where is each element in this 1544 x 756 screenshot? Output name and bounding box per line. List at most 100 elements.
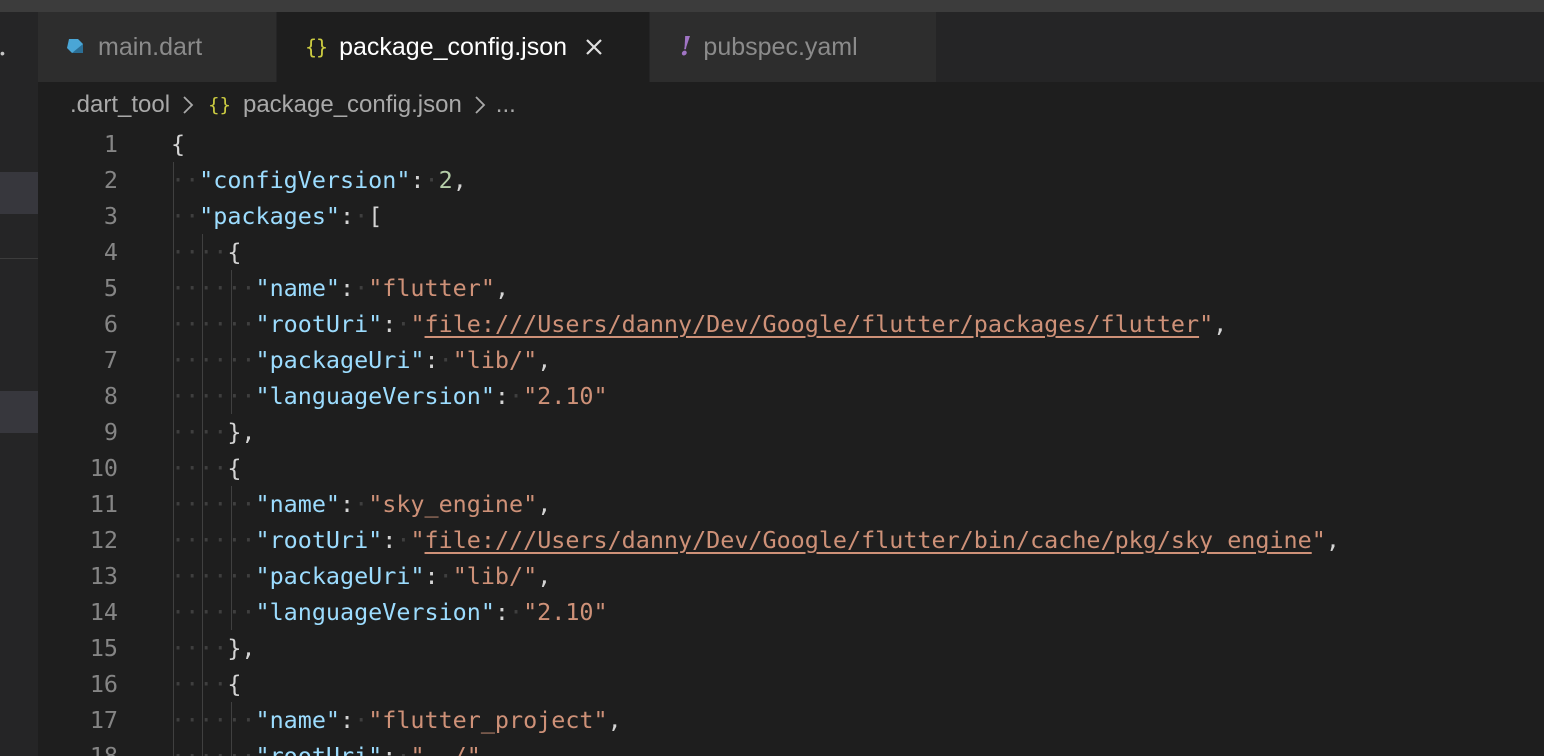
- code-line[interactable]: 11 ······"name":·"sky_engine",: [38, 486, 1544, 522]
- code-line[interactable]: 10 ····{: [38, 450, 1544, 486]
- code-token: "packages": [199, 202, 340, 230]
- code-line[interactable]: 12 ······"rootUri":·"file:///Users/danny/…: [38, 522, 1544, 558]
- line-number: 11: [89, 490, 118, 518]
- file-link[interactable]: file:///Users/danny/Dev/Google/flutter/b…: [425, 526, 1312, 554]
- code-token: :: [340, 202, 355, 230]
- sidebar-row-highlight[interactable]: [0, 172, 38, 214]
- line-number: 4: [103, 238, 118, 266]
- code-token: ,: [480, 742, 495, 756]
- code-line[interactable]: 17 ······"name":·"flutter_project",: [38, 702, 1544, 738]
- code-text: ······"name":·"flutter_project",: [171, 702, 622, 738]
- sidebar-overflow-dot[interactable]: •: [0, 46, 5, 60]
- code-editor[interactable]: 1{2 ··"configVersion":·2, 3 ··"packages":·[…: [38, 126, 1544, 756]
- code-line[interactable]: 3 ··"packages":·[: [38, 198, 1544, 234]
- code-token: ·: [509, 382, 524, 410]
- code-text: ······"languageVersion":·"2.10": [171, 378, 608, 414]
- code-token: :: [382, 310, 397, 338]
- code-line[interactable]: 18 ······"rootUri":·"../",: [38, 738, 1544, 756]
- tab-pubspec-yaml[interactable]: ! pubspec.yaml: [650, 12, 936, 82]
- code-token: ·: [438, 346, 453, 374]
- code-token: ·: [354, 202, 369, 230]
- breadcrumb-file[interactable]: package_config.json: [243, 91, 462, 119]
- whitespace-marker: ··: [171, 202, 200, 230]
- code-token: ,: [537, 346, 552, 374]
- close-icon[interactable]: [585, 38, 603, 56]
- code-token: {: [227, 670, 242, 698]
- code-text: ····{: [171, 666, 241, 702]
- json-icon: {}: [208, 94, 231, 116]
- code-token: ,: [494, 274, 510, 302]
- file-link[interactable]: file:///Users/danny/Dev/Google/flutter/p…: [425, 310, 1200, 338]
- yaml-icon: !: [680, 32, 692, 62]
- code-token: "name": [255, 490, 341, 518]
- whitespace-marker: ······: [171, 382, 256, 410]
- code-token: ,: [452, 166, 467, 194]
- whitespace-marker: ······: [171, 310, 256, 338]
- code-line[interactable]: 6 ······"rootUri":·"file:///Users/danny/D…: [38, 306, 1544, 342]
- code-token: ·: [354, 274, 369, 302]
- line-number: 18: [89, 742, 118, 756]
- code-line[interactable]: 1{: [38, 126, 1544, 162]
- code-line[interactable]: 14 ······"languageVersion":·"2.10": [38, 594, 1544, 630]
- code-token: :: [424, 346, 439, 374]
- whitespace-marker: ····: [171, 418, 228, 446]
- code-text: ····},: [171, 630, 256, 666]
- code-text: ······"packageUri":·"lib/",: [171, 558, 551, 594]
- code-text: ······"packageUri":·"lib/",: [171, 342, 551, 378]
- code-line[interactable]: 2 ··"configVersion":·2,: [38, 162, 1544, 198]
- code-token: "languageVersion": [255, 598, 495, 626]
- chevron-right-icon: [183, 96, 194, 114]
- code-token: :: [494, 382, 509, 410]
- code-line[interactable]: 7 ······"packageUri":·"lib/",: [38, 342, 1544, 378]
- code-text: ······"rootUri":·"file:///Users/danny/De…: [171, 522, 1340, 558]
- explorer-sidebar: •: [0, 12, 38, 756]
- code-token: ·: [396, 526, 411, 554]
- code-text: ······"name":·"sky_engine",: [171, 486, 551, 522]
- code-token: ·: [354, 706, 369, 734]
- whitespace-marker: ······: [171, 526, 256, 554]
- code-token: [: [368, 202, 383, 230]
- tab-package-config-json[interactable]: {} package_config.json: [277, 12, 649, 82]
- code-token: :: [340, 274, 355, 302]
- whitespace-marker: ······: [171, 742, 256, 756]
- whitespace-marker: ······: [171, 346, 256, 374]
- breadcrumb-symbol[interactable]: ...: [496, 91, 516, 119]
- code-token: ": [410, 310, 425, 338]
- line-number: 17: [89, 706, 118, 734]
- code-token: "lib/": [452, 562, 538, 590]
- code-text: ······"rootUri":·"file:///Users/danny/De…: [171, 306, 1227, 342]
- code-token: "../": [410, 742, 481, 756]
- whitespace-marker: ····: [171, 670, 228, 698]
- line-number: 8: [103, 382, 118, 410]
- code-line[interactable]: 4 ····{: [38, 234, 1544, 270]
- code-token: "rootUri": [255, 742, 383, 756]
- code-token: ·: [424, 166, 439, 194]
- code-line[interactable]: 5 ······"name":·"flutter",: [38, 270, 1544, 306]
- code-line[interactable]: 16 ····{: [38, 666, 1544, 702]
- code-token: "2.10": [523, 382, 608, 410]
- code-line[interactable]: 9 ····},: [38, 414, 1544, 450]
- code-token: "lib/": [452, 346, 538, 374]
- code-token: ·: [354, 490, 369, 518]
- line-number: 1: [103, 130, 118, 158]
- code-token: :: [494, 598, 509, 626]
- code-line[interactable]: 15 ····},: [38, 630, 1544, 666]
- code-token: "rootUri": [255, 310, 383, 338]
- code-token: ,: [1213, 310, 1228, 338]
- code-line[interactable]: 8 ······"languageVersion":·"2.10": [38, 378, 1544, 414]
- sidebar-row-highlight[interactable]: [0, 391, 38, 433]
- code-token: "flutter": [368, 274, 495, 302]
- code-token: "name": [255, 706, 341, 734]
- line-number: 10: [89, 454, 118, 482]
- code-token: "languageVersion": [255, 382, 495, 410]
- breadcrumb-folder[interactable]: .dart_tool: [70, 91, 170, 119]
- code-token: ·: [396, 742, 411, 756]
- tab-main-dart[interactable]: main.dart: [38, 12, 276, 82]
- code-line[interactable]: 13 ······"packageUri":·"lib/",: [38, 558, 1544, 594]
- code-token: "configVersion": [199, 166, 411, 194]
- code-token: :: [382, 742, 397, 756]
- code-token: ,: [607, 706, 622, 734]
- code-token: ·: [438, 562, 453, 590]
- code-token: ,: [1325, 526, 1340, 554]
- code-text: ··"configVersion":·2,: [171, 162, 467, 198]
